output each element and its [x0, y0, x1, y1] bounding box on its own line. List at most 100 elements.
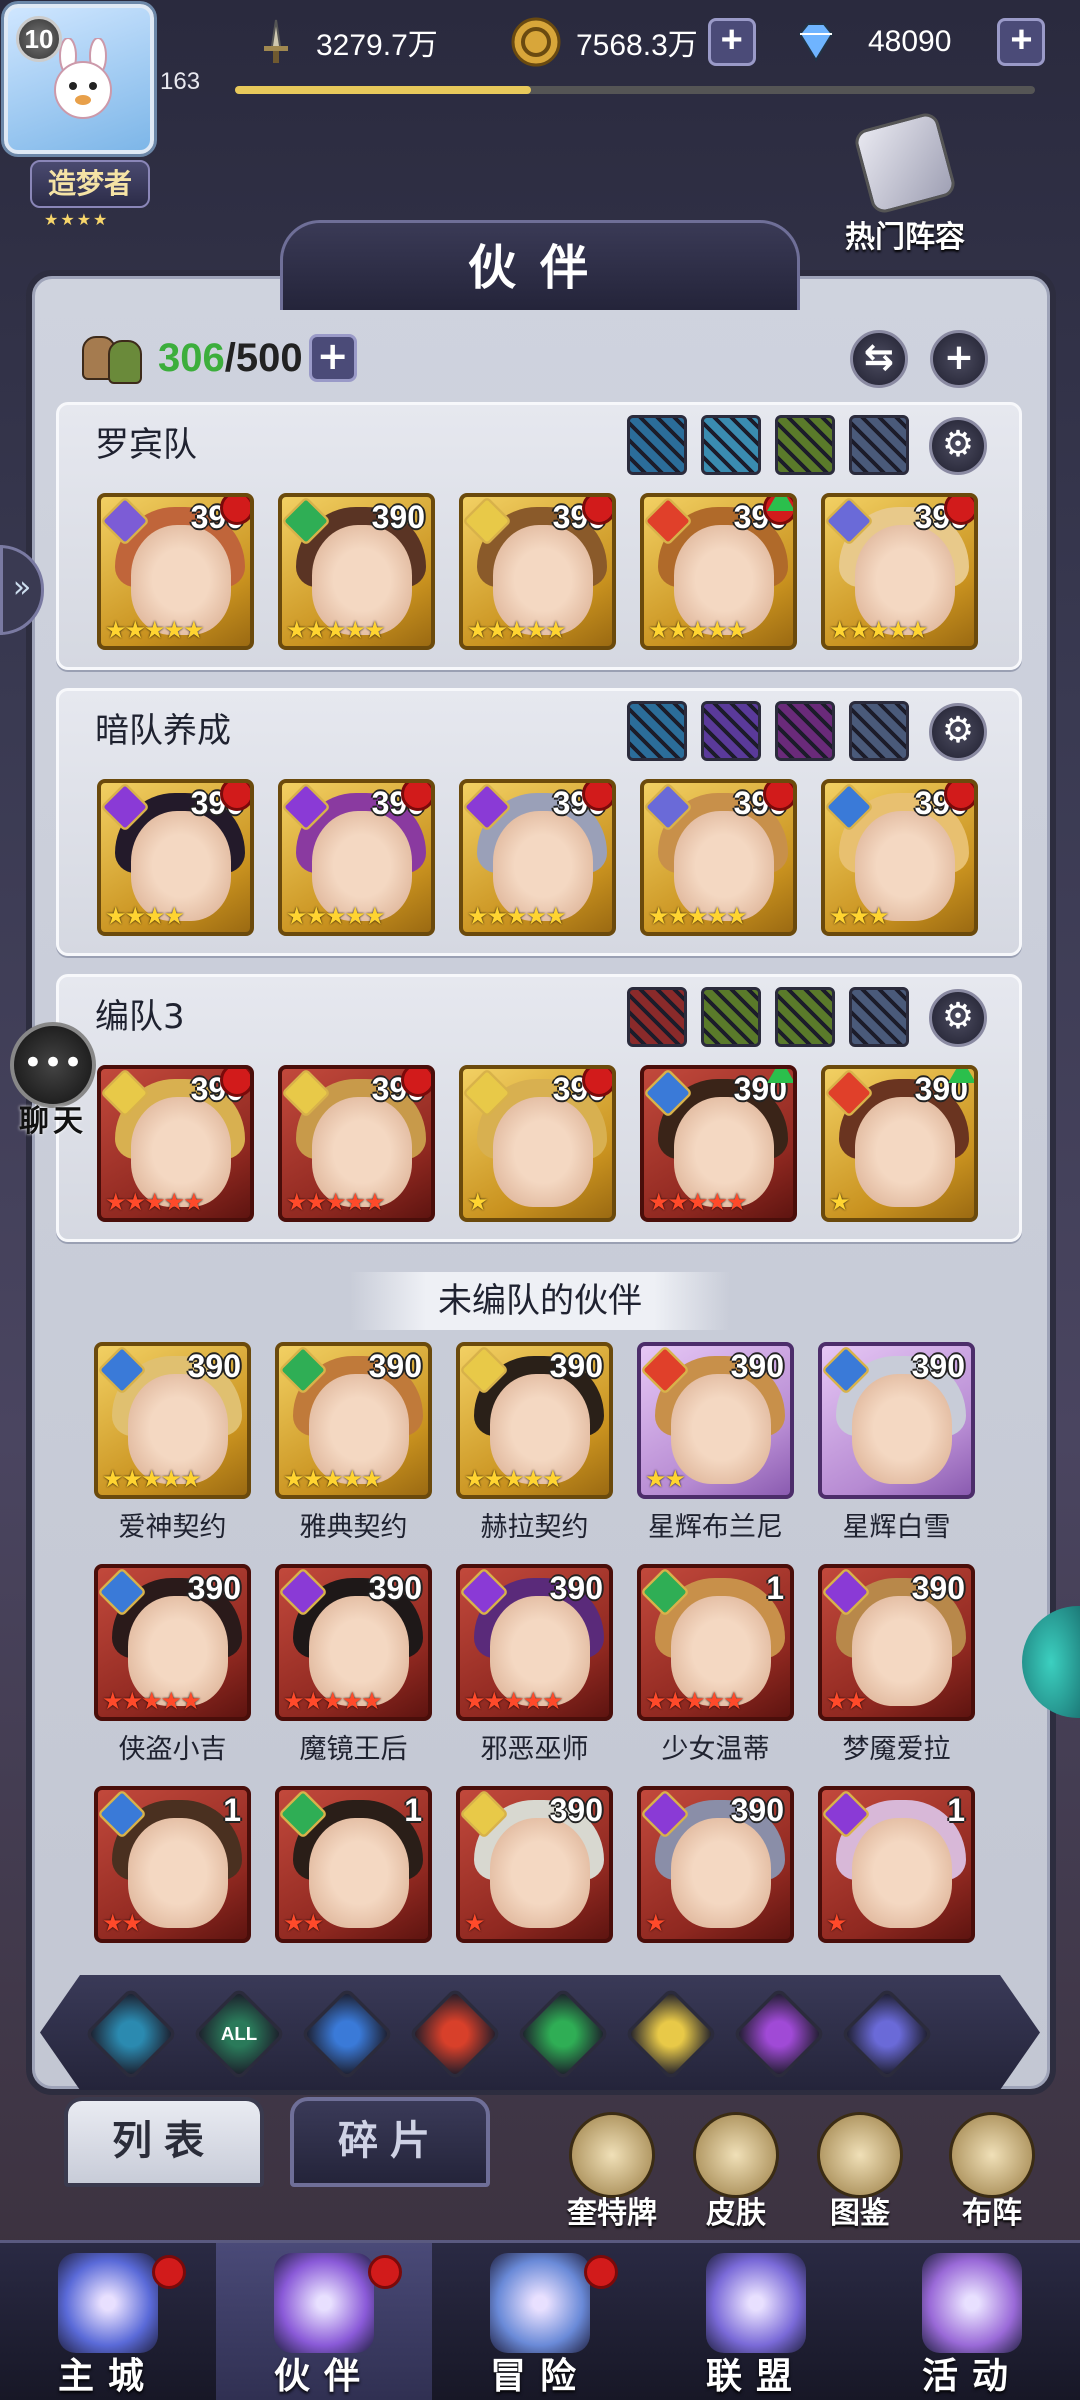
team-settings-gear-icon[interactable]: ⚙ [929, 703, 987, 761]
partner-item[interactable]: 390 ★★ 星辉布兰尼 [637, 1342, 794, 1544]
hero-card[interactable]: 390 ★ [459, 1065, 616, 1222]
swap-button[interactable]: ⇆ [850, 330, 908, 388]
hero-card[interactable]: 390 ★★★★★ [97, 493, 254, 650]
partner-item[interactable]: 1 ★★ [275, 1786, 432, 1943]
alliance-shield-icon [706, 2253, 806, 2353]
partner-item[interactable]: 1 ★★★★★ 少女温蒂 [637, 1564, 794, 1766]
hero-card[interactable]: 1 ★★★★★ [637, 1564, 794, 1721]
partner-item[interactable]: 1 ★ [818, 1786, 975, 1943]
partner-item[interactable]: 390 星辉白雪 [818, 1342, 975, 1544]
hero-card[interactable]: 390 [818, 1342, 975, 1499]
water-drop-element-icon[interactable] [300, 1987, 394, 2081]
bottom-navigation: 主城 伙伴 冒险 联盟 活动 [0, 2240, 1080, 2400]
partner-item[interactable]: 1 ★★ [94, 1786, 251, 1943]
hero-card[interactable]: 390 ★★★★★ [97, 1065, 254, 1222]
wind-element-icon[interactable] [516, 1987, 610, 2081]
hero-card[interactable]: 390 ★★★★★ [640, 779, 797, 936]
partner-item[interactable]: 390 ★★★★★ 赫拉契约 [456, 1342, 613, 1544]
partner-item[interactable]: 390 ★★★★★ 魔镜王后 [275, 1564, 432, 1766]
codex-button[interactable]: 图鉴 [800, 2112, 920, 2232]
partner-item[interactable]: 390 ★★ 梦魇爱拉 [818, 1564, 975, 1766]
tab-fragments[interactable]: 碎片 [290, 2097, 490, 2187]
team-settings-gear-icon[interactable]: ⚙ [929, 989, 987, 1047]
player-avatar[interactable]: 10 [4, 4, 154, 154]
hero-card[interactable]: 1 ★ [818, 1786, 975, 1943]
hero-card[interactable]: 390 ★★★★★ [640, 1065, 797, 1222]
hero-card[interactable]: 390 ★★★★★ [94, 1342, 251, 1499]
bond-icon[interactable] [849, 415, 909, 475]
hero-card[interactable]: 390 ★★★★★ [459, 779, 616, 936]
nav-item-castle[interactable]: 主城 [0, 2243, 216, 2400]
add-diamond-button[interactable]: + [997, 18, 1046, 66]
bond-icon[interactable] [775, 415, 835, 475]
hero-card[interactable]: 390 ★★★★★ [278, 779, 435, 936]
bond-icon[interactable] [627, 701, 687, 761]
hero-card[interactable]: 390 ★ [456, 1786, 613, 1943]
nav-item-partner-hat[interactable]: 伙伴 [216, 2243, 432, 2400]
skins-button[interactable]: 皮肤 [676, 2112, 796, 2232]
nav-item-event-cards[interactable]: 活动 [864, 2243, 1080, 2400]
hero-portrait [309, 1818, 409, 1928]
expand-capacity-button[interactable]: + [308, 334, 357, 382]
quest-cards-button[interactable]: 奎特牌 [552, 2112, 672, 2232]
hero-card[interactable]: 390 ★★★★★ [94, 1564, 251, 1721]
team-lineup[interactable]: 罗宾队 ⚙ 390 ★★★★★ 390 ★★★★★ 390 ★★★★★ 390 ★★★★★ 390 ★… [56, 402, 1022, 670]
hero-card[interactable]: 390 ★★★★★ [275, 1564, 432, 1721]
player-title-badge[interactable]: 造梦者 [30, 160, 150, 208]
hero-card[interactable]: 390 ★★★★★ [278, 493, 435, 650]
hero-card[interactable]: 390 ★★ [818, 1564, 975, 1721]
hero-card[interactable]: 390 ★★★★★ [821, 493, 978, 650]
planet-element-icon[interactable] [840, 1987, 934, 2081]
hero-card[interactable]: 1 ★★ [94, 1786, 251, 1943]
hero-card[interactable]: 390 ★ [637, 1786, 794, 1943]
hero-card[interactable]: 390 ★★★★★ [456, 1564, 613, 1721]
bond-icon[interactable] [849, 987, 909, 1047]
hero-card[interactable]: 390 ★★ [637, 1342, 794, 1499]
bond-icon[interactable] [627, 415, 687, 475]
hot-lineup-button[interactable]: 热门阵容 [840, 110, 970, 256]
partner-item[interactable]: 390 ★★★★★ 雅典契约 [275, 1342, 432, 1544]
hero-card[interactable]: 390 ★★★ [821, 779, 978, 936]
bond-icon[interactable] [701, 987, 761, 1047]
partner-item[interactable]: 390 ★ [456, 1786, 613, 1943]
add-gold-button[interactable]: + [707, 18, 756, 66]
hero-level: 390 [187, 1570, 241, 1606]
quest-card-icon [569, 2112, 655, 2198]
nav-item-alliance-shield[interactable]: 联盟 [648, 2243, 864, 2400]
hero-card[interactable]: 390 ★★★★ [97, 779, 254, 936]
nav-item-adventure-compass[interactable]: 冒险 [432, 2243, 648, 2400]
fire-element-icon[interactable] [408, 1987, 502, 2081]
partner-item[interactable]: 390 ★★★★★ 爱神契约 [94, 1342, 251, 1544]
team-settings-gear-icon[interactable]: ⚙ [929, 417, 987, 475]
bond-icon[interactable] [849, 701, 909, 761]
tab-list[interactable]: 列表 [64, 2097, 264, 2187]
team-lineup[interactable]: 暗队养成 ⚙ 390 ★★★★ 390 ★★★★★ 390 ★★★★★ 390 ★★★★★ 390 ★… [56, 688, 1022, 956]
chat-button[interactable]: ••• 聊天 [8, 1022, 98, 1140]
all-elements-icon[interactable]: ALL [192, 1987, 286, 2081]
hero-stars: ★★ [102, 1909, 143, 1937]
bond-icon[interactable] [701, 415, 761, 475]
partner-item[interactable]: 390 ★ [637, 1786, 794, 1943]
bond-icon[interactable] [627, 987, 687, 1047]
hero-card[interactable]: 390 ★★★★★ [459, 493, 616, 650]
light-element-icon[interactable] [624, 1987, 718, 2081]
formation-button[interactable]: 布阵 [932, 2112, 1052, 2232]
bond-icon[interactable] [701, 701, 761, 761]
partner-item[interactable]: 390 ★★★★★ 侠盗小吉 [94, 1564, 251, 1766]
team-bonds [627, 415, 909, 475]
add-team-button[interactable]: + [930, 330, 988, 388]
water-wave-element-icon[interactable] [84, 1987, 178, 2081]
hero-card[interactable]: 390 ★★★★★ [640, 493, 797, 650]
bond-icon[interactable] [775, 987, 835, 1047]
bond-icon[interactable] [775, 701, 835, 761]
hero-level: 390 [730, 1348, 784, 1384]
hero-card[interactable]: 390 ★ [821, 1065, 978, 1222]
hero-card[interactable]: 390 ★★★★★ [278, 1065, 435, 1222]
dark-moon-element-icon[interactable] [732, 1987, 826, 2081]
hero-card[interactable]: 1 ★★ [275, 1786, 432, 1943]
hero-card[interactable]: 390 ★★★★★ [456, 1342, 613, 1499]
team-lineup[interactable]: 编队3 ⚙ 390 ★★★★★ 390 ★★★★★ 390 ★ 390 ★★★★★ 390 ★ [56, 974, 1022, 1242]
partner-item[interactable]: 390 ★★★★★ 邪恶巫师 [456, 1564, 613, 1766]
hero-stars: ★★★★★ [645, 1687, 745, 1715]
hero-card[interactable]: 390 ★★★★★ [275, 1342, 432, 1499]
